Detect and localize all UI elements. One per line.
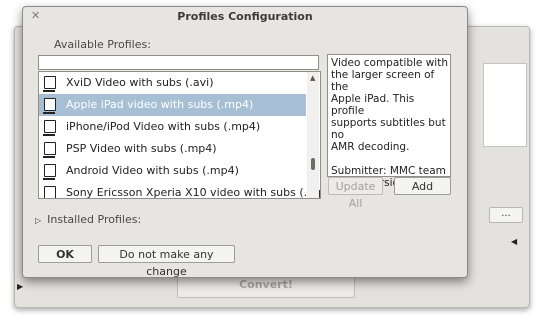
list-item[interactable]: Sony Ericsson Xperia X10 video with subs… [39,182,320,198]
available-profiles-label: Available Profiles: [54,38,151,51]
close-icon[interactable]: ✕ [31,9,40,22]
dialog-title: Profiles Configuration [177,10,313,23]
submitter-text: Submitter: MMC team [331,165,446,177]
scroll-up-icon[interactable]: ▲ [310,74,315,82]
list-item-label: PSP Video with subs (.mp4) [66,142,217,155]
device-icon [43,98,56,114]
arrow-right-icon[interactable]: ▶ [17,282,23,291]
profiles-dialog: Profiles Configuration ✕ Available Profi… [22,6,468,278]
list-item[interactable]: XviD Video with subs (.avi) [39,72,306,94]
scrollbar[interactable]: ▲ [307,72,319,198]
device-icon [43,164,56,180]
add-button[interactable]: Add [394,177,451,195]
list-item[interactable]: iPhone/iPod Video with subs (.mp4) [39,116,306,138]
no-change-button[interactable]: Do not make any change [98,245,235,278]
description-line: supports subtitles but no [331,117,446,141]
list-item[interactable]: Android Video with subs (.mp4) [39,160,306,182]
profile-description: Video compatible with the larger screen … [327,54,451,189]
list-item-label: Apple iPad video with subs (.mp4) [66,98,254,111]
description-line: Video compatible with [331,57,448,69]
list-item-label: XviD Video with subs (.avi) [66,76,214,89]
installed-profiles-expander[interactable]: ▷ Installed Profiles: [35,213,141,226]
list-item-label: iPhone/iPod Video with subs (.mp4) [66,120,261,133]
scrollbar-thumb[interactable] [311,158,315,170]
arrow-left-icon[interactable]: ◀ [511,237,517,246]
description-line: AMR decoding. [331,141,410,153]
description-line: Apple iPad. This profile [331,93,415,117]
list-item-label: Sony Ericsson Xperia X10 video with subs… [66,186,321,199]
ok-button[interactable]: OK [38,245,92,263]
device-icon [43,120,56,136]
browse-button[interactable]: ... [489,207,523,223]
search-input[interactable] [38,55,319,70]
device-icon [43,76,56,92]
list-item-selected[interactable]: Apple iPad video with subs (.mp4) [39,94,306,116]
list-item-label: Android Video with subs (.mp4) [66,164,239,177]
background-panel [483,63,527,147]
description-line: the larger screen of the [331,69,435,93]
list-item[interactable]: PSP Video with subs (.mp4) [39,138,306,160]
update-all-button[interactable]: Update All [328,177,383,210]
device-icon [44,186,56,198]
profiles-list[interactable]: XviD Video with subs (.avi) Apple iPad v… [38,71,321,199]
expander-triangle-icon: ▷ [35,216,42,225]
device-icon [43,142,56,158]
installed-profiles-label: Installed Profiles: [47,213,142,226]
